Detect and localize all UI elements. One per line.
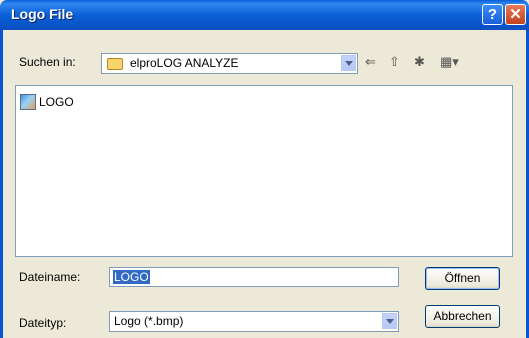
filename-value: LOGO	[113, 270, 150, 284]
list-item[interactable]: LOGO	[20, 94, 74, 110]
back-icon[interactable]: ⇐	[365, 54, 376, 72]
chevron-down-icon[interactable]	[382, 313, 397, 329]
filename-label: Dateiname:	[19, 270, 81, 284]
look-in-label: Suchen in:	[19, 55, 76, 69]
view-menu-icon[interactable]: ▦▾	[440, 54, 459, 72]
window-title: Logo File	[11, 6, 74, 22]
close-button[interactable]: ✕	[505, 4, 526, 25]
up-folder-icon[interactable]: ⇧	[389, 54, 400, 72]
chevron-down-icon[interactable]	[341, 55, 356, 71]
file-list[interactable]: LOGO	[15, 85, 513, 257]
window-frame-left	[0, 30, 3, 338]
filetype-value: Logo (*.bmp)	[114, 314, 184, 328]
title-bar: Logo File ? ✕	[0, 0, 529, 30]
open-button[interactable]: Öffnen	[425, 267, 500, 290]
look-in-value: elproLOG ANALYZE	[130, 56, 239, 70]
folder-icon	[107, 58, 123, 70]
filetype-dropdown[interactable]: Logo (*.bmp)	[109, 311, 399, 332]
new-folder-icon[interactable]: ✱	[414, 54, 425, 72]
file-name: LOGO	[39, 95, 74, 109]
cancel-button[interactable]: Abbrechen	[425, 305, 500, 328]
filetype-label: Dateityp:	[19, 316, 67, 330]
look-in-dropdown[interactable]: elproLOG ANALYZE	[101, 53, 358, 74]
help-button[interactable]: ?	[482, 4, 503, 25]
bitmap-file-icon	[20, 94, 36, 110]
filename-input[interactable]: LOGO	[109, 267, 399, 287]
